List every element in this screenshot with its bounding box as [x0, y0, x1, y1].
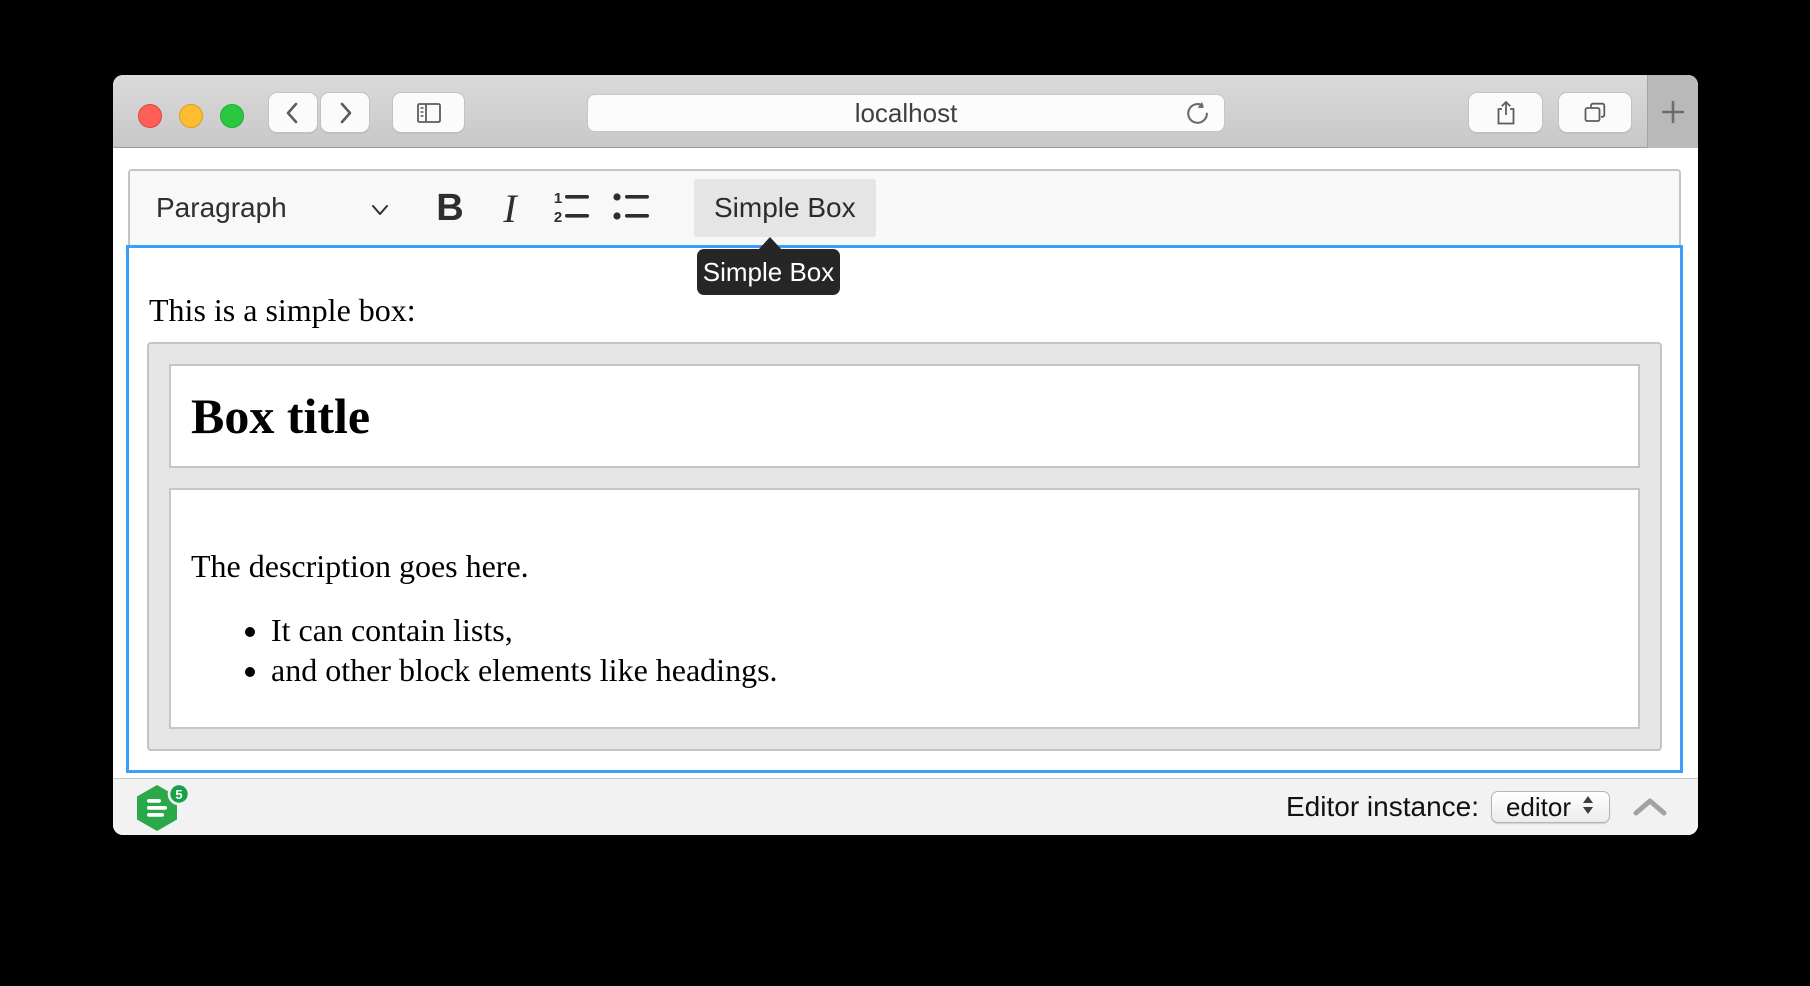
bulleted-list-icon: [609, 186, 651, 231]
simple-box-button[interactable]: Simple Box: [694, 179, 876, 237]
chevron-left-icon: [280, 100, 306, 126]
svg-text:1: 1: [554, 190, 562, 207]
description-paragraph[interactable]: The description goes here.: [191, 546, 1618, 586]
statusbar-controls: Editor instance: editor: [1286, 791, 1698, 823]
ckeditor5-logo[interactable]: 5: [135, 783, 193, 835]
new-tab-button[interactable]: [1647, 75, 1698, 148]
browser-toolbar: localhost: [113, 75, 1698, 148]
reload-icon[interactable]: [1184, 100, 1212, 128]
plus-icon: [1658, 97, 1688, 127]
editor-instance-value: editor: [1506, 792, 1571, 823]
editor-toolbar: Paragraph B I 1 2: [128, 169, 1681, 245]
simple-box-tooltip: Simple Box: [697, 237, 840, 295]
chevron-right-icon: [332, 100, 358, 126]
web-page: Paragraph B I 1 2: [113, 148, 1698, 778]
logo-version-badge: 5: [175, 787, 182, 802]
browser-window: localhost: [113, 75, 1698, 835]
simple-box-title-area[interactable]: Box title: [169, 364, 1640, 468]
tabs-overview-icon: [1581, 100, 1609, 126]
bulleted-list-button[interactable]: [602, 180, 658, 236]
box-title-heading[interactable]: Box title: [191, 386, 1618, 446]
editor-instance-select[interactable]: editor: [1491, 791, 1610, 823]
list-item[interactable]: and other block elements like headings.: [271, 650, 1618, 690]
intro-paragraph[interactable]: This is a simple box:: [149, 290, 1662, 330]
address-bar[interactable]: localhost: [587, 94, 1225, 132]
show-all-tabs-button[interactable]: [1558, 92, 1632, 133]
forward-button[interactable]: [320, 92, 370, 133]
bold-icon: B: [436, 187, 463, 230]
share-icon: [1493, 99, 1519, 127]
close-window-button[interactable]: [138, 104, 162, 128]
address-bar-url: localhost: [855, 98, 958, 129]
sidebar-icon: [414, 100, 444, 126]
minimize-window-button[interactable]: [179, 104, 203, 128]
list-item[interactable]: It can contain lists,: [271, 610, 1618, 650]
numbered-list-button[interactable]: 1 2: [542, 180, 598, 236]
back-button[interactable]: [268, 92, 318, 133]
numbered-list-icon: 1 2: [549, 186, 591, 231]
zoom-window-button[interactable]: [220, 104, 244, 128]
heading-dropdown[interactable]: Paragraph: [144, 180, 406, 236]
editor-editable-area[interactable]: This is a simple box: Box title The desc…: [126, 245, 1683, 773]
sidebar-toggle-button[interactable]: [392, 92, 465, 133]
chevron-up-icon: [1632, 797, 1668, 817]
tooltip-text: Simple Box: [697, 249, 840, 295]
heading-dropdown-label: Paragraph: [156, 192, 287, 224]
simple-box-button-label: Simple Box: [714, 192, 856, 224]
svg-text:2: 2: [554, 209, 562, 226]
italic-button[interactable]: I: [482, 180, 538, 236]
chevron-down-icon: [370, 192, 390, 224]
simple-box-widget[interactable]: Box title The description goes here. It …: [147, 342, 1662, 751]
simple-box-description-area[interactable]: The description goes here. It can contai…: [169, 488, 1640, 729]
collapse-inspector-button[interactable]: [1632, 797, 1668, 817]
description-list: It can contain lists, and other block el…: [191, 610, 1618, 690]
inspector-statusbar: 5 Editor instance: editor: [113, 778, 1698, 835]
tooltip-caret-icon: [759, 237, 781, 249]
italic-icon: I: [503, 185, 516, 232]
share-button[interactable]: [1468, 92, 1543, 133]
bold-button[interactable]: B: [422, 180, 478, 236]
editor-instance-label: Editor instance:: [1286, 791, 1479, 823]
select-stepper-icon: [1581, 792, 1595, 823]
